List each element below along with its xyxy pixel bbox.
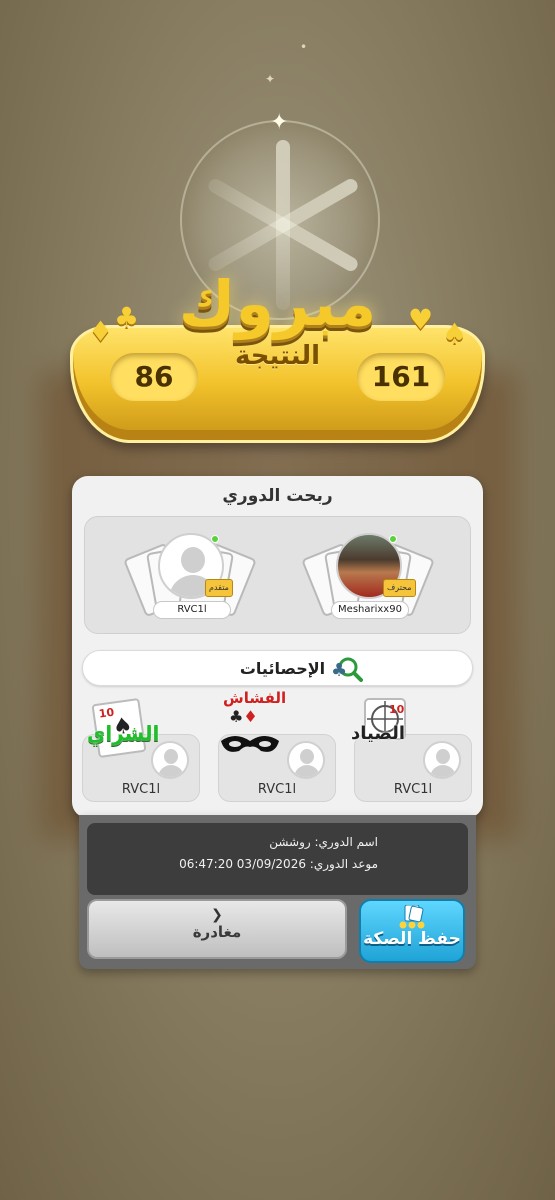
save-button-label: حفظ الصكة [363, 929, 461, 949]
save-result-button[interactable]: حفظ الصكة [359, 899, 465, 963]
award-card[interactable]: 10 الصياد RVC1l [351, 698, 472, 802]
award-title: الصياد [351, 723, 406, 744]
avatar [151, 741, 189, 779]
statistics-label: الإحصائيات [239, 659, 326, 678]
rank-badge: محترف [383, 579, 416, 597]
chevron-right-icon: ❯ [211, 907, 223, 923]
league-info-box: اسم الدوري: روششن موعد الدوري: 03/09/202… [87, 823, 468, 895]
cards-coins-icon [399, 905, 425, 929]
exit-button[interactable]: ❯ مغادرة [87, 899, 347, 959]
award-card[interactable]: 10 ♠ الشراي RVC1l [82, 697, 200, 802]
league-name: اسم الدوري: روششن [269, 835, 378, 849]
online-status-icon [211, 535, 219, 543]
award-player-name: RVC1l [257, 782, 297, 797]
svg-text:♣: ♣ [331, 660, 347, 681]
award-player-name: RVC1l [121, 782, 161, 797]
league-date: موعد الدوري: 03/09/2026 06:47:20 [179, 857, 378, 871]
panel-title: ربحت الدوري [222, 486, 333, 506]
league-info-section: اسم الدوري: روششن موعد الدوري: 03/09/202… [79, 815, 476, 969]
sparkle-icon: ✦ [265, 72, 276, 86]
sparkle-icon: ✦ [270, 110, 289, 135]
award-card[interactable]: الفشاش ♣♦ RVC1l [218, 689, 336, 802]
statistics-button[interactable]: الإحصائيات ♣ [82, 650, 473, 686]
mask-icon [221, 736, 279, 752]
winner-player[interactable]: محترف Mesharixx90 [301, 529, 435, 629]
sparkle-icon: • [300, 40, 308, 54]
victory-banner: ♦ ♣ ♥ ♠ مبروك النتيجة 86 161 [70, 255, 485, 445]
club-suit-icon: ♣♦ [229, 707, 258, 726]
exit-button-label: مغادرة [192, 923, 242, 941]
award-player-name: RVC1l [393, 782, 433, 797]
svg-text:10: 10 [389, 703, 405, 716]
player-name: Mesharixx90 [331, 601, 409, 619]
search-club-icon: ♣ [331, 657, 363, 682]
result-panel: ربحت الدوري متقدم RVC1l محترف Mesharixx9… [72, 476, 483, 818]
player-name: RVC1l [153, 601, 231, 619]
award-title: الفشاش [223, 689, 287, 707]
rank-badge: متقدم [205, 579, 233, 597]
score-left: 86 [110, 353, 198, 401]
award-title: الشراي [87, 721, 160, 745]
avatar [423, 741, 461, 779]
score-right: 161 [357, 353, 445, 401]
winner-player[interactable]: متقدم RVC1l [123, 529, 257, 629]
banner-title: مبروك [178, 267, 377, 340]
online-status-icon [389, 535, 397, 543]
winners-box: متقدم RVC1l محترف Mesharixx90 [84, 516, 471, 634]
avatar [287, 741, 325, 779]
